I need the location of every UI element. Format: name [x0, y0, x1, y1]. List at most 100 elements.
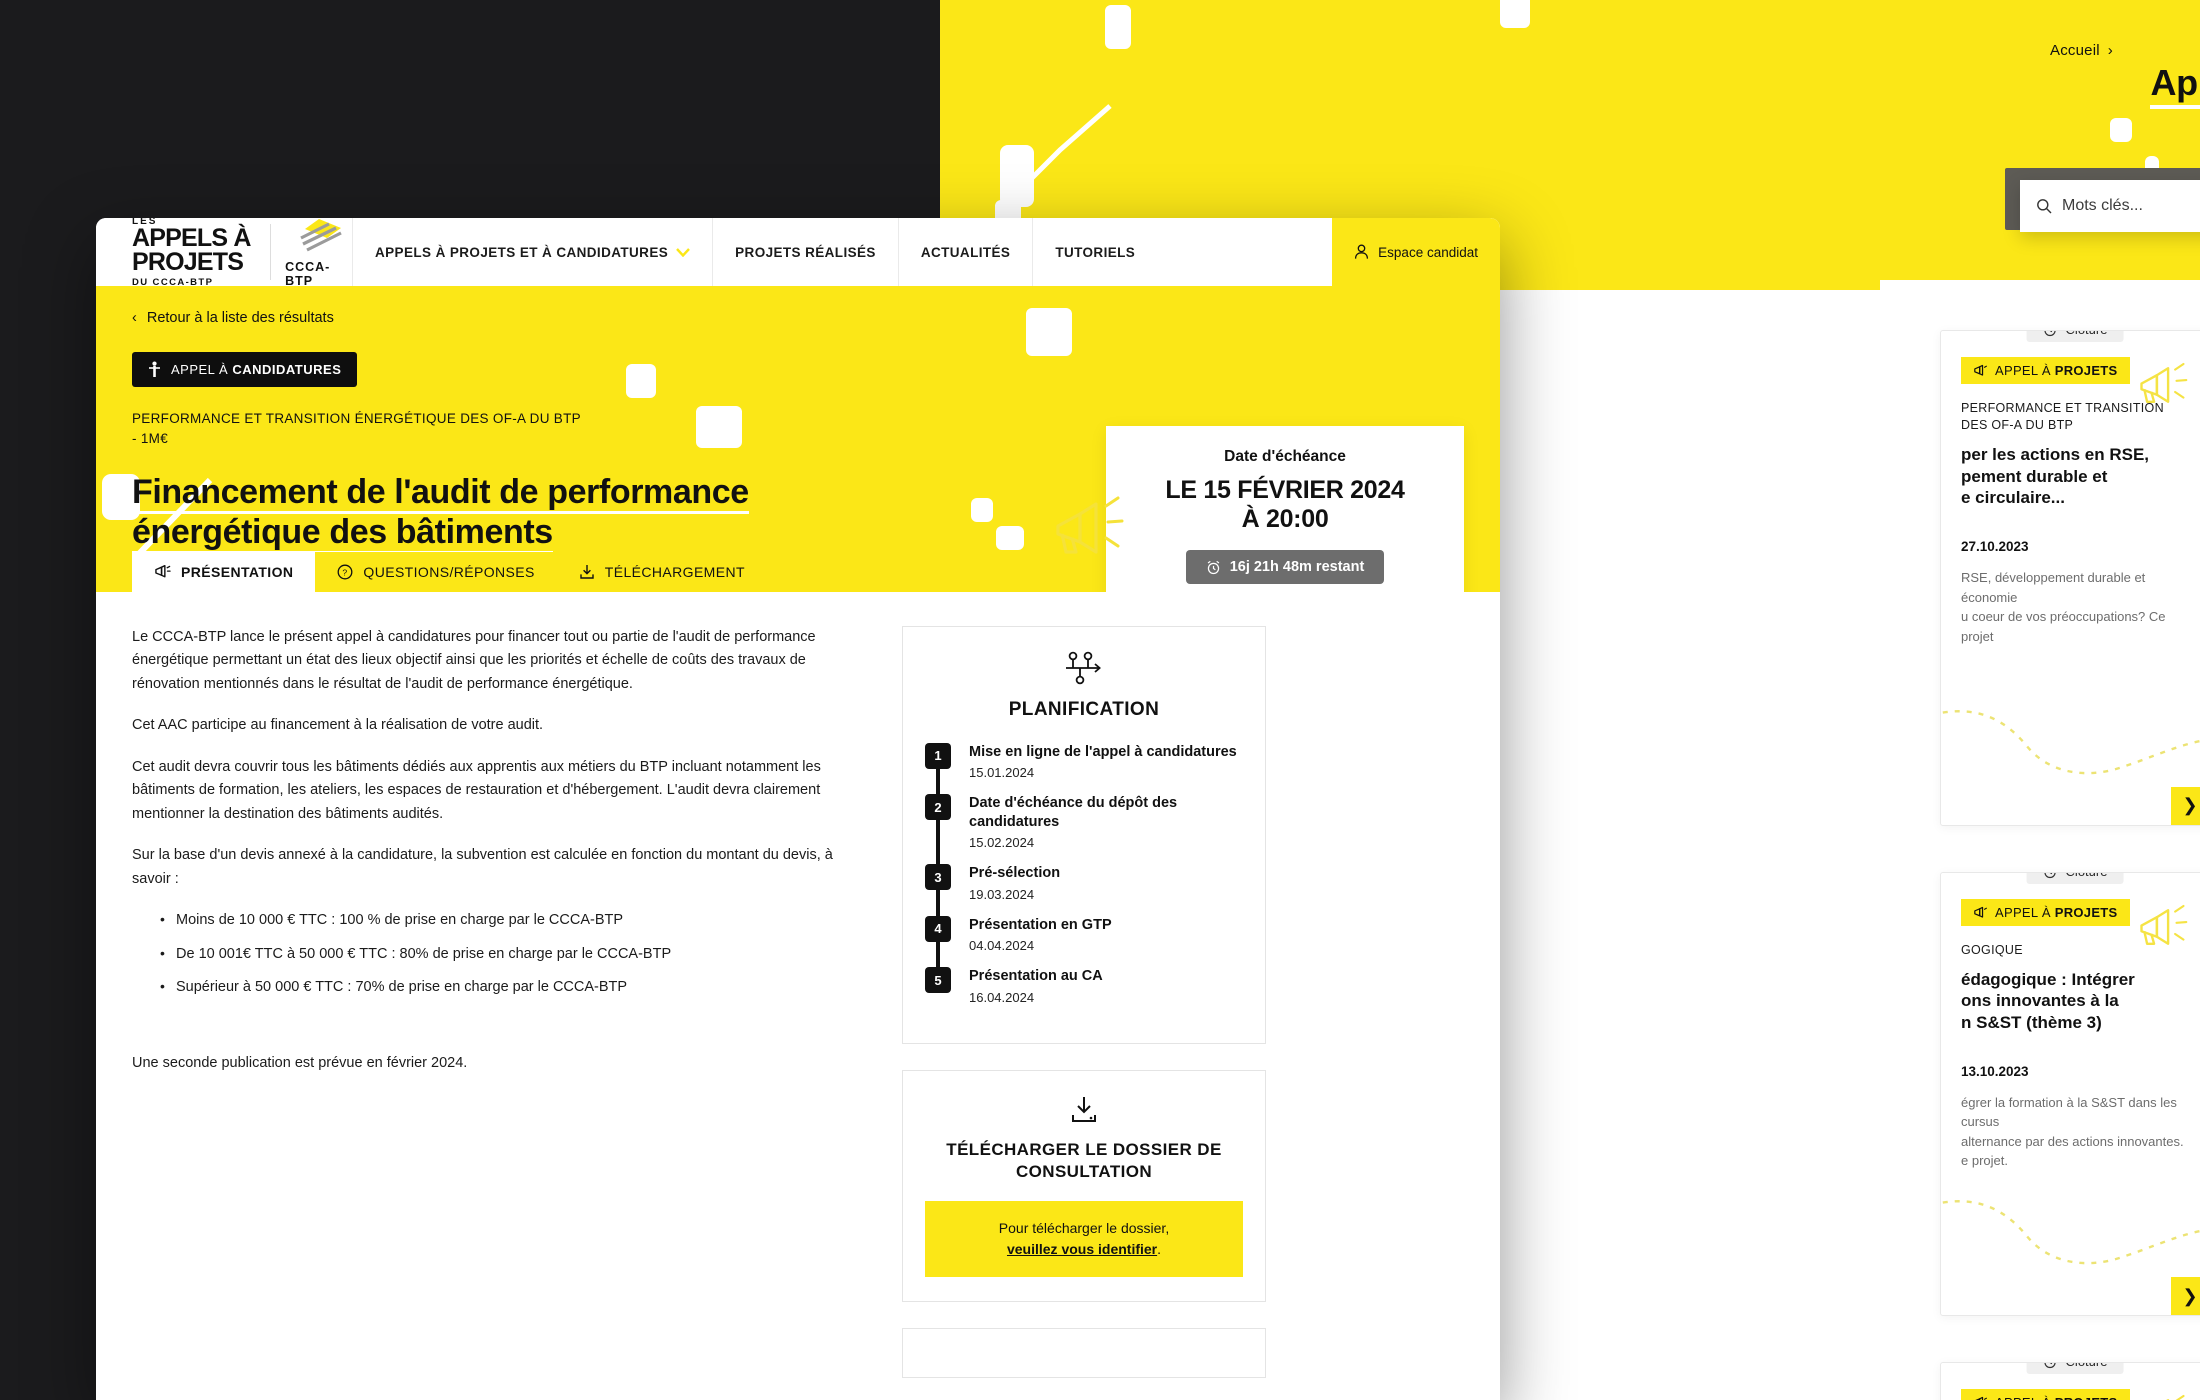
result-card[interactable]: Clôturé APPEL À PROJETSGOGIQUEédagogique…: [1940, 871, 2200, 1317]
download-title: TÉLÉCHARGER LE DOSSIER DE CONSULTATION: [946, 1140, 1222, 1182]
dark-backdrop-top: [0, 0, 940, 232]
download-icon: [580, 564, 594, 579]
nav-item-tutoriels[interactable]: TUTORIELS: [1032, 218, 1157, 286]
status-label: Clôturé: [2066, 873, 2108, 879]
logo-divider: [270, 224, 272, 280]
candidate-space-button[interactable]: Espace candidat: [1332, 218, 1500, 286]
result-card[interactable]: Clôturé APPEL À PROJETSPERFORMANCE ET TR…: [1940, 330, 2200, 826]
site-logo[interactable]: LES APPELS À PROJETS DU CCCA-BTP CCCA-BT…: [96, 218, 352, 288]
paragraph: Cet AAC participe au financement à la ré…: [132, 717, 544, 734]
search-bar: Mots clés... Thèmes ⌄ Date de publicatio…: [2020, 180, 2200, 232]
alarm-clock-icon: [2044, 1363, 2056, 1369]
sidebar-card-peek: [902, 1328, 1266, 1379]
card-arrow-button[interactable]: ❯: [2171, 1277, 2200, 1316]
result-card[interactable]: Clôturé APPEL À PROJETSNT DE LA FORMATIO…: [1940, 1362, 2200, 1400]
card-title: édagogique : Intégrer ons innovantes à la…: [1961, 969, 2135, 1033]
candidature-icon: [149, 361, 160, 377]
step-title: Pré-sélection: [969, 865, 1061, 882]
screenshot-stage: Accueil › Appels à projets et à candidat…: [0, 0, 2200, 1400]
megaphone-icon: [1974, 906, 1987, 918]
nav-item-appels[interactable]: APPELS À PROJETS ET À CANDIDATURES: [352, 218, 712, 286]
list-item: De 10 001€ TTC à 50 000 € TTC : 80% de p…: [160, 942, 872, 966]
step-date: 19.03.2024: [969, 886, 1035, 902]
planning-card: PLANIFICATION 1 Mise en ligne de l'appel …: [902, 625, 1266, 1044]
status-badge: Clôturé: [2026, 330, 2124, 342]
step-title: Présentation au CA: [969, 968, 1103, 985]
appel-type-badge: APPEL À CANDIDATURES: [132, 352, 358, 387]
chevron-right-icon: ›: [2107, 42, 2113, 59]
presentation-content: Le CCCA-BTP lance le présent appel à can…: [132, 626, 872, 1378]
breadcrumb[interactable]: Accueil ›: [2050, 42, 2113, 59]
timeline-step: 3 Pré-sélection 19.03.2024: [925, 864, 1243, 918]
list-item: Supérieur à 50 000 € TTC : 70% de prise …: [160, 975, 872, 999]
step-date: 15.02.2024: [969, 835, 1035, 851]
badge-text: APPEL À CANDIDATURES: [171, 362, 342, 377]
step-number: 5: [925, 967, 951, 994]
deco-line: [1012, 104, 1112, 198]
timeline-step: 4 Présentation en GTP 04.04.2024: [925, 915, 1243, 970]
detail-title: Financement de l'audit de performance én…: [132, 472, 749, 551]
card-type-badge: APPEL À PROJETS: [1961, 898, 2130, 926]
download-identify-button[interactable]: Pour télécharger le dossier, veuillez vo…: [925, 1201, 1243, 1278]
megaphone-icon: [1056, 496, 1124, 554]
card-type-badge: APPEL À PROJETS: [1961, 1389, 2130, 1400]
alarm-clock-icon: [1207, 560, 1219, 574]
results-card-grid: Clôturé APPEL À PROJETSPERFORMANCE ET TR…: [1940, 330, 2200, 1400]
tab-questions-reponses[interactable]: ? QUESTIONS/RÉPONSES: [315, 552, 556, 592]
search-input[interactable]: Mots clés...: [2020, 180, 2200, 232]
results-filter-tabs: ES PLURI-ANNUEL CLÔTURÉS: [1880, 280, 2200, 328]
card-description: égrer la formation à la S&ST dans les cu…: [1961, 1094, 2184, 1169]
ccca-mark-icon: [299, 219, 342, 252]
step-number: 4: [925, 915, 951, 942]
deadline-card: Date d'échéance LE 15 FÉVRIER 2024 À 20:…: [1056, 426, 1464, 592]
status-label: Clôturé: [2066, 1363, 2108, 1369]
detail-category: PERFORMANCE ET TRANSITION ÉNERGÉTIQUE DE…: [132, 411, 581, 447]
step-date: 04.04.2024: [969, 938, 1035, 954]
card-dates: 27.10.2023: [1961, 539, 2029, 554]
megaphone-icon: [1974, 364, 1987, 376]
card-type-badge: APPEL À PROJETS: [1961, 357, 2130, 384]
question-circle-icon: ?: [337, 564, 353, 580]
navbar-links: APPELS À PROJETS ET À CANDIDATURES PROJE…: [352, 218, 1332, 286]
svg-text:?: ?: [343, 567, 348, 577]
tab-telechargement[interactable]: TÉLÉCHARGEMENT: [557, 552, 767, 592]
closing-paragraph: Une seconde publication est prévue en fé…: [132, 1054, 468, 1071]
paragraph: Sur la base d'un devis annexé à la candi…: [132, 847, 833, 887]
status-badge: Clôturé: [2026, 872, 2124, 884]
search-input-placeholder: Mots clés...: [2062, 197, 2143, 214]
deco-rect: [1105, 5, 1131, 49]
results-page-title: Appels à projets et à candidatures clôtu…: [1880, 62, 2200, 109]
megaphone-icon: [2140, 362, 2188, 403]
paragraph: Le CCCA-BTP lance le présent appel à can…: [132, 628, 816, 692]
ccca-btp-logo: CCCA-BTP: [285, 218, 352, 288]
paragraph: Cet audit devra couvrir tous les bâtimen…: [132, 758, 821, 822]
card-arrow-button[interactable]: ❯: [2171, 786, 2200, 825]
nav-item-projets-realises[interactable]: PROJETS RÉALISÉS: [712, 218, 898, 286]
deco-rect: [1500, 0, 1530, 28]
squiggle-decoration: [1941, 709, 2200, 774]
squiggle-decoration: [1941, 1200, 2200, 1265]
timeline-icon: [925, 651, 1243, 685]
nav-item-actualites[interactable]: ACTUALITÉS: [897, 218, 1033, 286]
step-number: 2: [925, 794, 951, 821]
status-badge: Clôturé: [2026, 1363, 2124, 1375]
download-card: TÉLÉCHARGER LE DOSSIER DE CONSULTATION P…: [902, 1070, 1266, 1303]
step-number: 1: [925, 742, 951, 769]
planning-timeline: 1 Mise en ligne de l'appel à candidatures…: [925, 742, 1243, 1019]
card-dates: 13.10.2023: [1961, 1063, 2029, 1079]
timeline-step: 5 Présentation au CA 16.04.2024: [925, 967, 1243, 1019]
download-tray-icon: [925, 1095, 1243, 1125]
megaphone-icon: [2166, 1395, 2185, 1400]
user-icon: [1355, 244, 1369, 259]
detail-hero: ‹ Retour à la liste des résultats APPEL …: [96, 286, 1500, 592]
alarm-clock-icon: [2044, 330, 2056, 337]
detail-body: Le CCCA-BTP lance le présent appel à can…: [96, 591, 1500, 1379]
detail-sidebar: PLANIFICATION 1 Mise en ligne de l'appel …: [902, 625, 1266, 1379]
chevron-down-icon: [676, 247, 691, 257]
breadcrumb-home[interactable]: Accueil: [2050, 42, 2100, 59]
step-title: Présentation en GTP: [969, 916, 1112, 933]
tab-presentation[interactable]: PRÉSENTATION: [132, 551, 316, 592]
alarm-clock-icon: [2044, 872, 2056, 878]
megaphone-icon: [2140, 904, 2188, 945]
site-navbar: LES APPELS À PROJETS DU CCCA-BTP CCCA-BT…: [96, 218, 1500, 288]
